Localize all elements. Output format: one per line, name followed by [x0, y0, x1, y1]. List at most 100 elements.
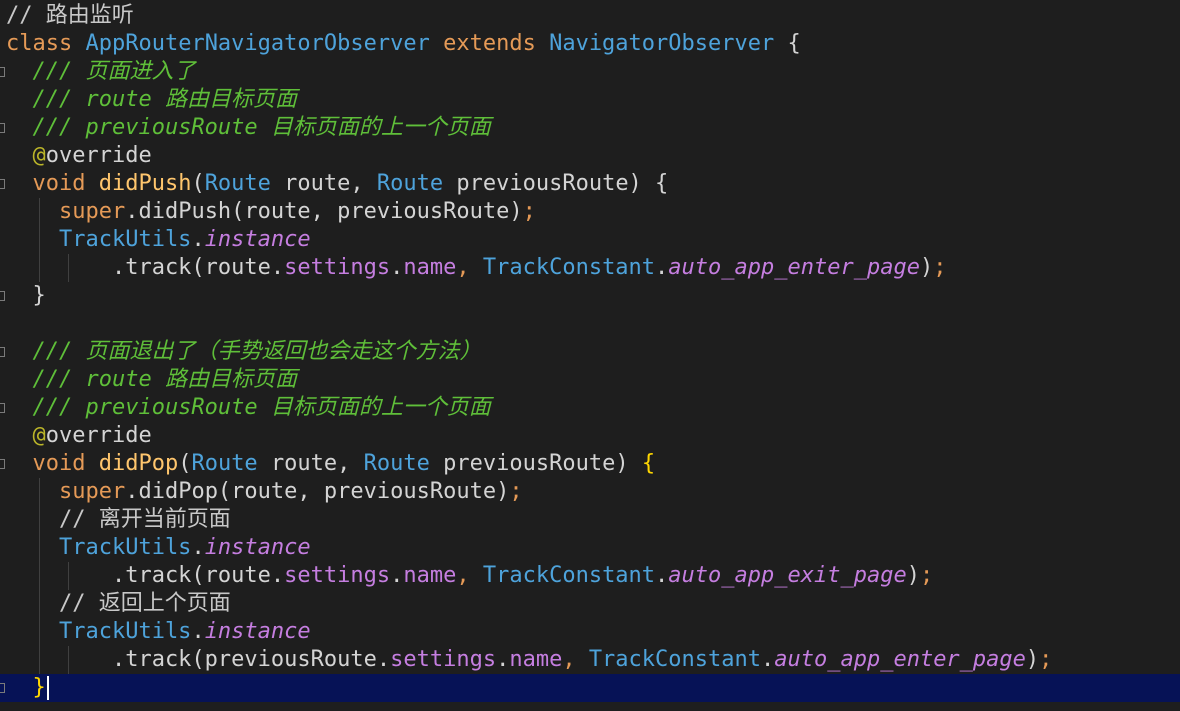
code-token: ;	[509, 479, 523, 504]
code-line[interactable]: super.didPop(route, previousRoute);	[0, 478, 1180, 506]
code-token: auto_app_exit_page	[668, 563, 907, 588]
code-line[interactable]	[0, 310, 1180, 338]
code-token: )	[919, 255, 934, 280]
code-text: }	[6, 674, 49, 702]
code-text: .track(route.settings.name, TrackConstan…	[6, 254, 947, 282]
code-token: auto_app_enter_page	[774, 647, 1026, 672]
code-line[interactable]: .track(route.settings.name, TrackConstan…	[0, 254, 1180, 282]
code-line[interactable]: /// route 路由目标页面	[0, 366, 1180, 394]
code-line[interactable]: void didPop(Route route, Route previousR…	[0, 450, 1180, 478]
code-token: .track(previousRoute.	[6, 647, 391, 672]
code-line[interactable]: TrackUtils.instance	[0, 618, 1180, 646]
indent-guide	[68, 646, 69, 674]
code-line[interactable]: TrackUtils.instance	[0, 226, 1180, 254]
code-text: .track(previousRoute.settings.name, Trac…	[6, 646, 1052, 674]
code-line[interactable]: class AppRouterNavigatorObserver extends…	[0, 30, 1180, 58]
code-token: .	[496, 647, 510, 672]
code-text: @override	[6, 422, 152, 450]
code-text: }	[6, 282, 46, 310]
fold-marker-icon[interactable]	[0, 179, 5, 189]
fold-marker-icon[interactable]	[0, 67, 5, 77]
code-text: /// route 路由目标页面	[6, 366, 297, 394]
code-token: /// route 路由目标页面	[6, 367, 297, 392]
code-token: ;	[1039, 647, 1053, 672]
code-token: {	[641, 451, 656, 476]
code-text: TrackUtils.instance	[6, 618, 311, 646]
code-line[interactable]: /// 页面进入了	[0, 58, 1180, 86]
code-line[interactable]: .track(route.settings.name, TrackConstan…	[0, 562, 1180, 590]
code-line[interactable]: /// previousRoute 目标页面的上一个页面	[0, 394, 1180, 422]
code-token: /// 页面退出了（手势返回也会走这个方法）	[6, 339, 482, 364]
code-token: override	[45, 143, 152, 168]
code-line[interactable]: void didPush(Route route, Route previous…	[0, 170, 1180, 198]
code-token: ,	[562, 647, 589, 672]
fold-marker-icon[interactable]	[0, 459, 5, 469]
fold-marker-icon[interactable]	[0, 123, 5, 133]
code-text: void didPush(Route route, Route previous…	[6, 170, 668, 198]
indent-guide	[39, 198, 40, 282]
code-line[interactable]: }	[0, 282, 1180, 310]
code-line[interactable]: .track(previousRoute.settings.name, Trac…	[0, 646, 1180, 674]
code-editor[interactable]: // 路由监听 class AppRouterNavigatorObserver …	[0, 0, 1180, 711]
code-token: name	[403, 255, 457, 280]
code-token: /// 页面进入了	[6, 59, 196, 84]
code-token: TrackUtils	[6, 619, 192, 644]
code-token: /// previousRoute 目标页面的上一个页面	[6, 395, 491, 420]
code-token: ,	[456, 255, 483, 280]
code-token: ;	[522, 199, 536, 224]
code-token: ;	[919, 563, 934, 588]
code-text: .track(route.settings.name, TrackConstan…	[6, 562, 933, 590]
code-line[interactable]: /// 页面退出了（手势返回也会走这个方法）	[0, 338, 1180, 366]
code-token: Route	[191, 451, 271, 476]
code-token: }	[6, 675, 46, 700]
code-text: TrackUtils.instance	[6, 534, 311, 562]
code-token: class	[6, 31, 86, 56]
code-text: // 路由监听	[6, 2, 134, 30]
code-line[interactable]: /// previousRoute 目标页面的上一个页面	[0, 114, 1180, 142]
code-line[interactable]: /// route 路由目标页面	[0, 86, 1180, 114]
text-caret	[46, 676, 49, 700]
code-token: name	[403, 563, 457, 588]
code-token: route,	[284, 171, 377, 196]
code-token: override	[45, 423, 152, 448]
code-token: /// previousRoute 目标页面的上一个页面	[6, 115, 491, 140]
code-token: )	[906, 563, 920, 588]
code-text: /// 页面进入了	[6, 58, 195, 86]
code-token: name	[509, 647, 563, 672]
code-text: super.didPush(route, previousRoute);	[6, 198, 536, 226]
code-token: settings	[284, 563, 391, 588]
code-text: TrackUtils.instance	[6, 226, 311, 254]
fold-marker-icon[interactable]	[0, 291, 5, 301]
code-token: )	[1025, 647, 1040, 672]
code-line[interactable]: TrackUtils.instance	[0, 534, 1180, 562]
indent-guide	[68, 562, 69, 590]
code-token: /// route 路由目标页面	[6, 87, 297, 112]
fold-marker-icon[interactable]	[0, 403, 5, 413]
code-token: .didPop(route, previousRoute)	[125, 479, 510, 504]
fold-marker-icon[interactable]	[0, 347, 5, 357]
code-line[interactable]: }	[0, 674, 1180, 702]
code-token: TrackUtils	[6, 227, 192, 252]
code-token: didPush	[98, 171, 192, 196]
code-line[interactable]: super.didPush(route, previousRoute);	[0, 198, 1180, 226]
code-line[interactable]: // 离开当前页面	[0, 506, 1180, 534]
code-token: extends	[443, 31, 550, 56]
code-line[interactable]: // 返回上个页面	[0, 590, 1180, 618]
fold-marker-icon[interactable]	[0, 683, 5, 693]
code-token: .didPush(route, previousRoute)	[125, 199, 523, 224]
code-token: .	[191, 619, 205, 644]
code-token: .	[761, 647, 775, 672]
code-text: /// previousRoute 目标页面的上一个页面	[6, 114, 491, 142]
code-line[interactable]: @override	[0, 422, 1180, 450]
code-token: settings	[390, 647, 497, 672]
code-token: previousRoute) {	[456, 171, 669, 196]
indent-guide	[39, 478, 40, 674]
code-token: @	[6, 143, 46, 168]
code-token: (	[191, 171, 205, 196]
code-token: .	[191, 227, 205, 252]
code-token: .	[390, 563, 404, 588]
code-line[interactable]: // 路由监听	[0, 2, 1180, 30]
code-text: class AppRouterNavigatorObserver extends…	[6, 30, 801, 58]
code-token: }	[6, 283, 46, 308]
code-line[interactable]: @override	[0, 142, 1180, 170]
